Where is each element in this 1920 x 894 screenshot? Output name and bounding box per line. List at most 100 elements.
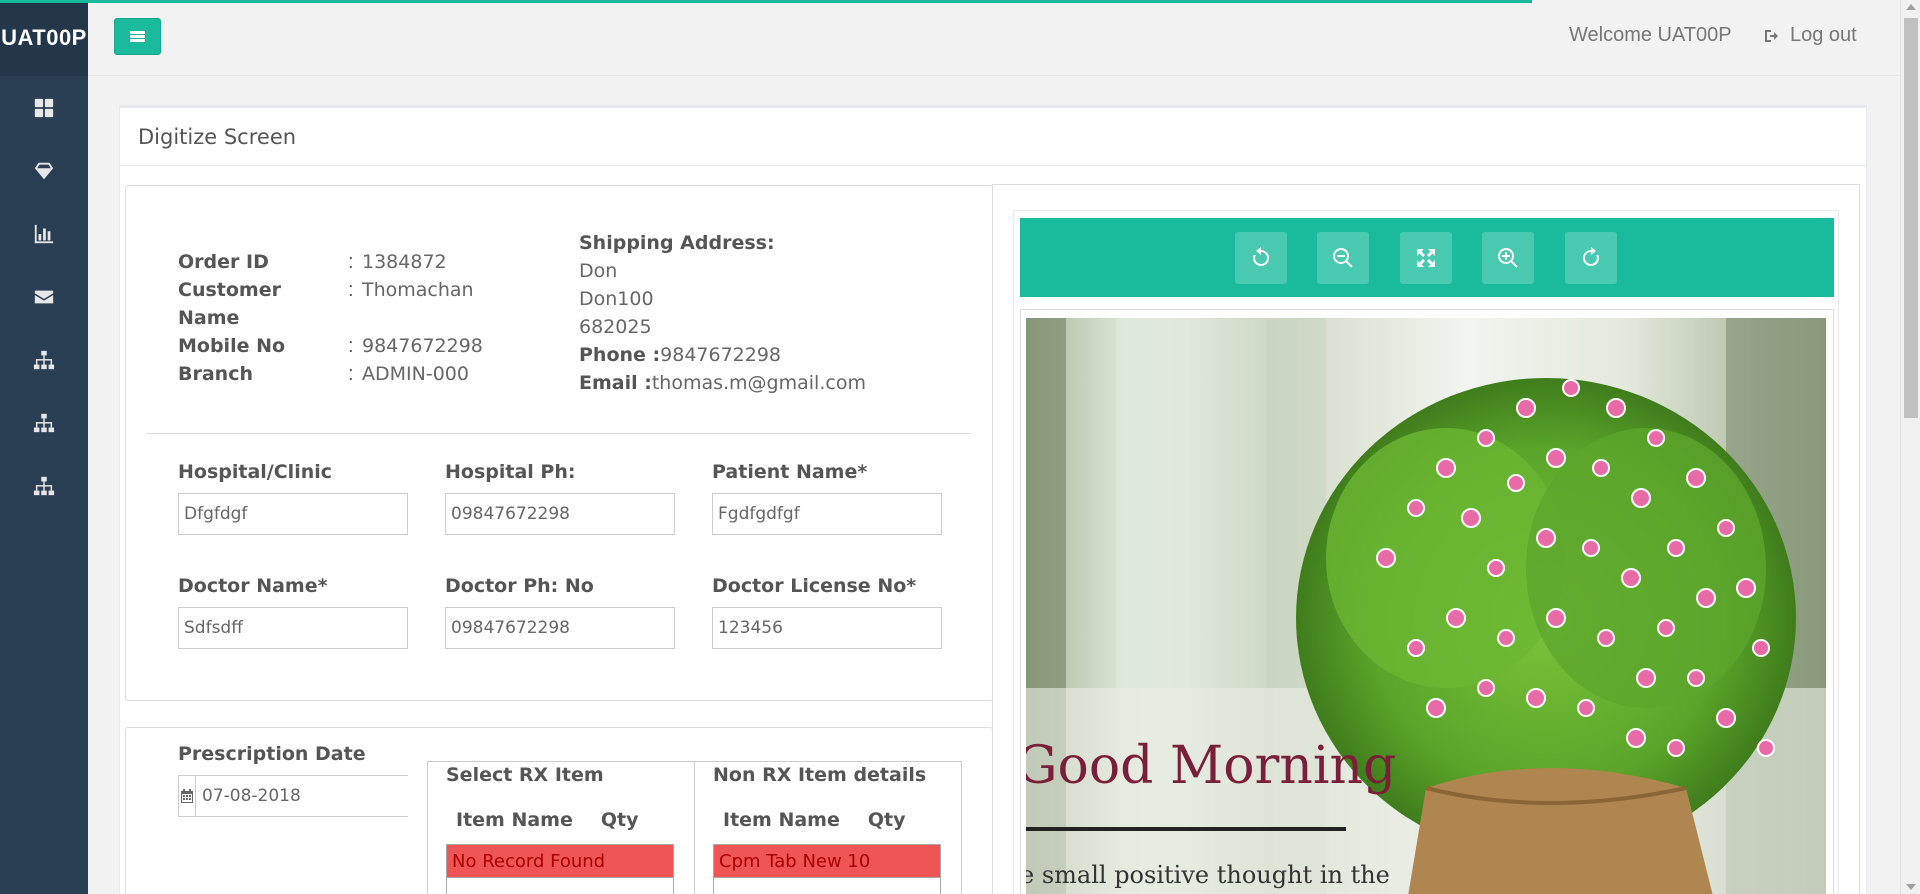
sidebar-item-messages[interactable] [0,265,88,328]
separator: : [348,335,354,357]
patient-name-input[interactable] [712,493,942,535]
section-divider [146,433,972,434]
doctor-license-label: Doctor License No* [712,575,917,597]
doctor-name-field: Doctor Name* [178,575,408,649]
logout-link[interactable]: Log out [1764,24,1857,47]
dashboard-icon [34,98,54,117]
page-title: Digitize Screen [120,108,1866,166]
zoom-in-icon [1497,247,1518,268]
prescription-date-input[interactable] [196,776,427,816]
phone-label: Phone : [579,344,661,366]
page-scrollbar[interactable] [1900,0,1920,894]
viewer-toolbar [1020,218,1834,297]
hospital-ph-input[interactable] [445,493,675,535]
non-rx-item-title: Non RX Item details [713,764,927,786]
doctor-name-input[interactable] [178,607,408,649]
shipping-address: Shipping Address: Don Don100 682025 Phon… [579,229,866,397]
patient-name-field: Patient Name* [712,461,942,535]
mobile-no-value: 9847672298 [362,335,483,357]
hospital-clinic-label: Hospital/Clinic [178,461,333,483]
flower-photo: Good Morning e small positive thought in… [1026,318,1826,894]
doctor-name-label: Doctor Name* [178,575,328,597]
non-rx-item-list[interactable]: Cpm Tab New 10 [713,844,941,894]
customer-name-label: Customer Name [178,279,281,329]
list-item[interactable]: Cpm Tab New 10 [714,845,940,878]
logout-label: Log out [1790,24,1857,46]
order-id-label: Order ID [178,251,269,273]
welcome-text: Welcome UAT00P [1569,24,1732,46]
prescription-image[interactable]: Good Morning e small positive thought in… [1026,318,1826,894]
image-headline: Good Morning [1026,736,1396,796]
doctor-license-field: Doctor License No* [712,575,942,649]
image-subline: e small positive thought in the [1026,861,1390,889]
doctor-ph-input[interactable] [445,607,675,649]
branch-value: ADMIN-000 [362,363,469,385]
mobile-no-row: Mobile No : 9847672298 [178,332,483,360]
sitemap-icon [33,350,55,369]
separator: : [348,251,354,273]
hamburger-icon [130,31,145,42]
doctor-license-input[interactable] [712,607,942,649]
shipping-line-2: Don100 [579,288,654,310]
hospital-ph-label: Hospital Ph: [445,461,576,483]
hospital-clinic-input[interactable] [178,493,408,535]
menu-toggle-button[interactable] [114,18,161,55]
mobile-no-label: Mobile No [178,335,286,357]
branch-label: Branch [178,363,253,385]
shipping-line-1: Don [579,260,618,282]
sitemap-icon [33,476,55,495]
separator: : [348,363,354,385]
hospital-clinic-field: Hospital/Clinic [178,461,408,535]
rx-item-list[interactable]: No Record Found [446,844,674,894]
non-rx-item-header: Item Name Qty [723,809,905,831]
zoom-out-button[interactable] [1317,232,1369,284]
order-details-card: Order ID : 1384872 Customer Name : Thoma… [125,185,993,701]
prescription-date-group [178,775,427,817]
shipping-phone: Phone :9847672298 [579,341,866,369]
customer-name-value: Thomachan [362,279,474,301]
fullscreen-button[interactable] [1400,232,1452,284]
page-load-progress [0,0,1532,3]
rotate-left-button[interactable] [1235,232,1287,284]
calendar-addon[interactable] [179,776,196,816]
branch-row: Branch : ADMIN-000 [178,360,483,388]
fullscreen-icon [1417,249,1435,267]
bar-chart-icon [34,224,54,243]
rotate-right-button[interactable] [1565,232,1617,284]
scroll-up-icon[interactable] [1906,4,1916,10]
shipping-line-3: 682025 [579,316,652,338]
sidebar-item-dashboard[interactable] [0,76,88,139]
top-nav: Welcome UAT00P Log out [88,0,1900,76]
phone-value: 9847672298 [660,344,782,366]
scroll-thumb[interactable] [1904,18,1918,418]
shipping-email: Email :thomas.m@gmail.com [579,369,866,397]
brand-logo[interactable]: UAT00P [0,0,88,76]
list-item[interactable]: No Record Found [447,845,673,878]
doctor-ph-label: Doctor Ph: No [445,575,594,597]
rx-item-title: Select RX Item [446,764,604,786]
sidebar-item-hierarchy-1[interactable] [0,328,88,391]
zoom-out-icon [1332,247,1353,268]
zoom-in-button[interactable] [1482,232,1534,284]
sign-out-icon [1765,29,1778,42]
sidebar-item-hierarchy-3[interactable] [0,454,88,517]
rx-col-qty: Qty [600,809,639,831]
prescription-date-label: Prescription Date [178,743,366,765]
sidebar-item-hierarchy-2[interactable] [0,391,88,454]
prescription-card: Prescription Date Select RX Item Item Na… [125,727,993,894]
scroll-down-icon[interactable] [1906,884,1916,890]
order-info: Order ID : 1384872 Customer Name : Thoma… [178,248,483,388]
sidebar: UAT00P [0,0,88,894]
doctor-ph-field: Doctor Ph: No [445,575,675,649]
non-rx-col-item-name: Item Name [723,809,840,831]
order-id-value: 1384872 [362,251,447,273]
non-rx-item-box: Non RX Item details Item Name Qty Cpm Ta… [694,761,962,894]
envelope-icon [34,290,54,303]
sidebar-item-diamond[interactable] [0,139,88,202]
sidebar-item-reports[interactable] [0,202,88,265]
separator: : [348,279,354,301]
diamond-icon [34,162,54,179]
rx-item-header: Item Name Qty [456,809,638,831]
rotate-left-icon [1253,247,1270,266]
non-rx-col-qty: Qty [867,809,906,831]
